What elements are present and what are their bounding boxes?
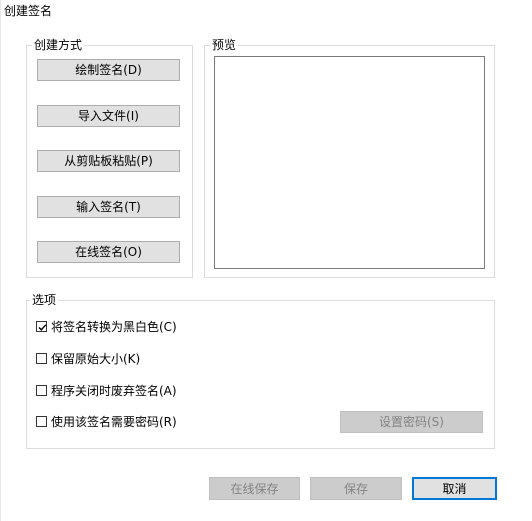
checkmark-icon [38, 323, 47, 331]
keep-original-size-checkbox[interactable] [36, 352, 47, 364]
require-password-checkbox[interactable] [36, 415, 47, 427]
signature-preview-area [214, 56, 485, 269]
draw-signature-button[interactable]: 绘制签名(D) [37, 59, 180, 81]
require-password-option[interactable]: 使用该签名需要密码(R) [36, 413, 177, 429]
type-signature-button[interactable]: 输入签名(T) [37, 196, 180, 218]
preview-group-label: 预览 [210, 38, 239, 52]
convert-bw-option[interactable]: 将签名转换为黑白色(C) [36, 318, 177, 334]
discard-on-close-label: 程序关闭时废弃签名(A) [51, 383, 177, 398]
discard-on-close-option[interactable]: 程序关闭时废弃签名(A) [36, 382, 177, 398]
convert-bw-checkbox[interactable] [36, 320, 47, 332]
keep-original-size-option[interactable]: 保留原始大小(K) [36, 350, 140, 366]
cancel-button[interactable]: 取消 [412, 477, 497, 500]
online-save-button[interactable]: 在线保存 [209, 477, 300, 500]
convert-bw-label: 将签名转换为黑白色(C) [51, 319, 177, 334]
paste-from-clipboard-button[interactable]: 从剪贴板粘贴(P) [37, 150, 180, 172]
keep-original-size-label: 保留原始大小(K) [51, 351, 141, 366]
options-group-label: 选项 [30, 293, 59, 307]
dialog-title: 创建签名 [4, 4, 53, 18]
discard-on-close-checkbox[interactable] [36, 384, 47, 396]
online-signature-button[interactable]: 在线签名(O) [37, 241, 180, 263]
window-left-edge [0, 0, 1, 521]
import-file-button[interactable]: 导入文件(I) [37, 105, 180, 127]
require-password-label: 使用该签名需要密码(R) [51, 414, 177, 429]
save-button[interactable]: 保存 [310, 477, 402, 500]
set-password-button[interactable]: 设置密码(S) [340, 411, 483, 433]
create-method-group-label: 创建方式 [32, 38, 85, 52]
